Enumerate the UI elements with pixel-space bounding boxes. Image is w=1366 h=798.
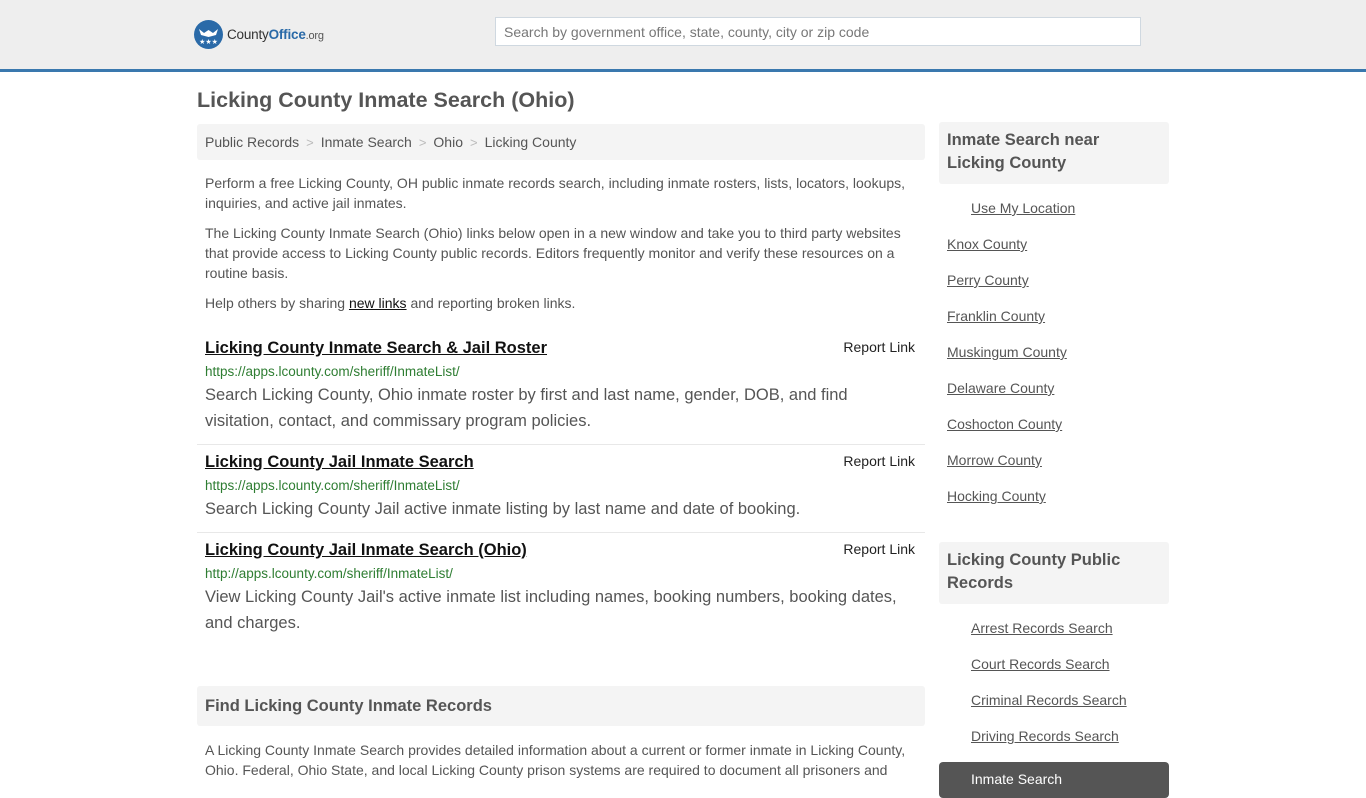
breadcrumb-separator: >	[418, 134, 427, 150]
find-records-text: A Licking County Inmate Search provides …	[205, 742, 906, 778]
report-link-button[interactable]: Report Link	[843, 453, 915, 469]
public-record-item: Driving Records Search	[939, 726, 1169, 762]
public-record-item: Arrest Records Search	[939, 618, 1169, 654]
resource-link-item: Licking County Jail Inmate Search (Ohio)…	[197, 533, 925, 646]
breadcrumb-public-records[interactable]: Public Records	[205, 134, 299, 150]
new-links-link[interactable]: new links	[349, 295, 407, 311]
public-records-heading: Licking County Public Records	[939, 542, 1169, 604]
find-records-heading: Find Licking County Inmate Records	[197, 686, 925, 726]
nearby-county-link[interactable]: Muskingum County	[947, 342, 1067, 362]
sidebar: Inmate Search near Licking County Use My…	[939, 122, 1169, 798]
intro-paragraph: Perform a free Licking County, OH public…	[205, 175, 906, 211]
breadcrumb-licking-county[interactable]: Licking County	[485, 134, 577, 150]
resource-link-url: http://apps.lcounty.com/sheriff/InmateLi…	[205, 566, 453, 581]
court-records-link[interactable]: Court Records Search	[971, 654, 1110, 674]
nearby-county-item: Muskingum County	[939, 342, 1169, 378]
arrest-records-link[interactable]: Arrest Records Search	[971, 618, 1113, 638]
search-input[interactable]	[495, 17, 1141, 46]
nearby-counties-list: Use My Location Knox County Perry County…	[939, 198, 1169, 522]
report-link-button[interactable]: Report Link	[843, 339, 915, 355]
nearby-county-item: Hocking County	[939, 486, 1169, 522]
resource-link-description: Search Licking County, Ohio inmate roste…	[205, 386, 848, 430]
nearby-county-link[interactable]: Franklin County	[947, 306, 1045, 326]
report-link-button[interactable]: Report Link	[843, 541, 915, 557]
public-record-item: Court Records Search	[939, 654, 1169, 690]
resource-link-item: Licking County Inmate Search & Jail Rost…	[197, 331, 925, 445]
use-my-location-link[interactable]: Use My Location	[971, 198, 1075, 218]
nearby-county-link[interactable]: Morrow County	[947, 450, 1042, 470]
nearby-county-item: Franklin County	[939, 306, 1169, 342]
breadcrumb-separator: >	[469, 134, 478, 150]
driving-records-link[interactable]: Driving Records Search	[971, 726, 1119, 746]
use-location-item: Use My Location	[939, 198, 1169, 234]
criminal-records-link[interactable]: Criminal Records Search	[971, 690, 1127, 710]
breadcrumb-ohio[interactable]: Ohio	[433, 134, 463, 150]
nearby-county-item: Morrow County	[939, 450, 1169, 486]
nearby-county-item: Perry County	[939, 270, 1169, 306]
page-title: Licking County Inmate Search (Ohio)	[197, 88, 575, 112]
resource-link-description: Search Licking County Jail active inmate…	[205, 500, 801, 518]
resource-link-item: Licking County Jail Inmate Search Report…	[197, 445, 925, 533]
nearby-county-link[interactable]: Knox County	[947, 234, 1027, 254]
breadcrumb: Public Records > Inmate Search > Ohio > …	[197, 124, 925, 160]
nearby-county-link[interactable]: Delaware County	[947, 378, 1054, 398]
resource-link-description: View Licking County Jail's active inmate…	[205, 588, 897, 632]
public-record-item: Criminal Records Search	[939, 690, 1169, 726]
nearby-county-link[interactable]: Perry County	[947, 270, 1029, 290]
logo-text: CountyOffice.org	[227, 27, 324, 42]
resource-link-title[interactable]: Licking County Jail Inmate Search (Ohio)	[205, 539, 527, 561]
inmate-search-active-item[interactable]: Inmate Search	[939, 762, 1169, 798]
public-records-list: Arrest Records Search Court Records Sear…	[939, 618, 1169, 762]
svg-text:★★★: ★★★	[199, 38, 218, 46]
site-header: ★★★ CountyOffice.org	[0, 0, 1366, 72]
resource-link-title[interactable]: Licking County Inmate Search & Jail Rost…	[205, 337, 547, 359]
nearby-county-link[interactable]: Coshocton County	[947, 414, 1062, 434]
intro-text: Perform a free Licking County, OH public…	[197, 173, 925, 313]
main-content: Public Records > Inmate Search > Ohio > …	[197, 124, 925, 780]
nearby-county-link[interactable]: Hocking County	[947, 486, 1046, 506]
resource-links-list: Licking County Inmate Search & Jail Rost…	[197, 331, 925, 646]
nearby-county-item: Delaware County	[939, 378, 1169, 414]
breadcrumb-inmate-search[interactable]: Inmate Search	[321, 134, 412, 150]
intro-paragraph: The Licking County Inmate Search (Ohio) …	[205, 225, 901, 281]
resource-link-title[interactable]: Licking County Jail Inmate Search	[205, 451, 474, 473]
site-logo[interactable]: ★★★ CountyOffice.org	[194, 20, 324, 49]
breadcrumb-separator: >	[306, 134, 314, 150]
eagle-stars-icon: ★★★	[194, 20, 223, 49]
nearby-county-item: Knox County	[939, 234, 1169, 270]
resource-link-url: https://apps.lcounty.com/sheriff/InmateL…	[205, 364, 460, 379]
nearby-heading: Inmate Search near Licking County	[939, 122, 1169, 184]
resource-link-url: https://apps.lcounty.com/sheriff/InmateL…	[205, 478, 460, 493]
nearby-county-item: Coshocton County	[939, 414, 1169, 450]
share-links-paragraph: Help others by sharing new links and rep…	[205, 295, 576, 311]
